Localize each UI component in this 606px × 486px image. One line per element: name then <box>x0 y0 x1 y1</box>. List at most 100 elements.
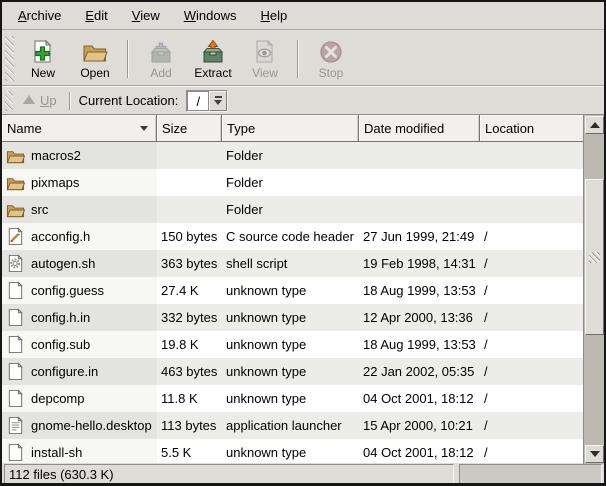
table-row[interactable]: config.sub 19.8 K unknown type 18 Aug 19… <box>2 331 583 358</box>
progress-area <box>459 464 602 484</box>
menu-view[interactable]: View <box>120 2 172 30</box>
table-row[interactable]: config.guess 27.4 K unknown type 18 Aug … <box>2 277 583 304</box>
file-name: configure.in <box>31 364 98 379</box>
menu-bar: Archive Edit View Windows Help <box>2 2 604 30</box>
open-button-label: Open <box>80 66 109 80</box>
file-type-icon <box>6 226 25 247</box>
location-bar-drag-handle[interactable] <box>5 91 13 111</box>
table-row[interactable]: autogen.sh 363 bytes shell script 19 Feb… <box>2 250 583 277</box>
file-list: Name Size Type Date modified Location ma… <box>2 114 604 463</box>
table-row[interactable]: macros2 Folder <box>2 142 583 169</box>
stop-icon <box>318 39 344 65</box>
file-date-modified: 04 Oct 2001, 18:12 <box>359 439 480 463</box>
file-type: unknown type <box>222 331 359 358</box>
file-type: Folder <box>222 196 359 223</box>
open-button[interactable]: Open <box>69 35 121 83</box>
file-type: C source code header <box>222 223 359 250</box>
column-header-name[interactable]: Name <box>2 115 157 142</box>
file-date-modified <box>359 142 480 169</box>
table-row[interactable]: config.h.in 332 bytes unknown type 12 Ap… <box>2 304 583 331</box>
extract-icon <box>200 39 226 65</box>
file-location: / <box>480 385 583 412</box>
file-date-modified <box>359 196 480 223</box>
table-row[interactable]: src Folder <box>2 196 583 223</box>
table-row[interactable]: install-sh 5.5 K unknown type 04 Oct 200… <box>2 439 583 463</box>
toolbar-drag-handle[interactable] <box>5 36 14 81</box>
file-type-icon <box>6 334 25 355</box>
arrow-up-icon <box>590 122 600 128</box>
up-button-label: Up <box>40 93 57 108</box>
file-name: config.sub <box>31 337 90 352</box>
file-location: / <box>480 439 583 463</box>
file-date-modified: 12 Apr 2000, 13:36 <box>359 304 480 331</box>
location-value[interactable]: / <box>187 91 209 111</box>
new-button-label: New <box>31 66 55 80</box>
status-bar: 112 files (630.3 K) <box>2 463 604 486</box>
location-combobox[interactable]: / <box>186 90 228 112</box>
file-location: / <box>480 223 583 250</box>
column-header-type[interactable]: Type <box>222 115 359 142</box>
table-row[interactable]: acconfig.h 150 bytes C source code heade… <box>2 223 583 250</box>
file-type-icon <box>6 199 25 220</box>
location-dropdown-button[interactable] <box>209 91 227 111</box>
file-location: / <box>480 358 583 385</box>
files-summary-text: 112 files (630.3 K) <box>9 467 114 482</box>
file-location: / <box>480 331 583 358</box>
file-date-modified <box>359 169 480 196</box>
file-date-modified: 18 Aug 1999, 13:53 <box>359 277 480 304</box>
menu-edit[interactable]: Edit <box>73 2 119 30</box>
new-button[interactable]: New <box>17 35 69 83</box>
chevron-down-icon <box>214 100 222 105</box>
sort-indicator-icon <box>140 126 148 131</box>
file-size: 5.5 K <box>157 439 222 463</box>
add-button[interactable]: Add <box>135 35 187 83</box>
file-count-status: 112 files (630.3 K) <box>4 464 454 484</box>
file-type: Folder <box>222 142 359 169</box>
file-size: 113 bytes <box>157 412 222 439</box>
archive-manager-window: Archive Edit View Windows Help New Open <box>0 0 606 486</box>
file-type: application launcher <box>222 412 359 439</box>
table-row[interactable]: configure.in 463 bytes unknown type 22 J… <box>2 358 583 385</box>
file-location: / <box>480 412 583 439</box>
up-button[interactable]: Up <box>17 91 63 110</box>
file-size <box>157 169 222 196</box>
file-name: pixmaps <box>31 175 79 190</box>
view-button[interactable]: View <box>239 35 291 83</box>
menu-windows[interactable]: Windows <box>172 2 249 30</box>
toolbar: New Open Add <box>2 30 604 85</box>
combo-dash-icon <box>215 96 222 98</box>
vertical-scrollbar[interactable] <box>583 115 604 464</box>
file-size <box>157 142 222 169</box>
file-size: 27.4 K <box>157 277 222 304</box>
file-type-icon <box>6 442 25 463</box>
scroll-up-button[interactable] <box>585 116 604 134</box>
file-size <box>157 196 222 223</box>
file-name-cell: acconfig.h <box>2 223 157 250</box>
file-name-cell: depcomp <box>2 385 157 412</box>
menu-help[interactable]: Help <box>248 2 299 30</box>
file-name: depcomp <box>31 391 84 406</box>
table-row[interactable]: gnome-hello.desktop 113 bytes applicatio… <box>2 412 583 439</box>
file-name-cell: install-sh <box>2 439 157 463</box>
table-row[interactable]: pixmaps Folder <box>2 169 583 196</box>
file-name: macros2 <box>31 148 81 163</box>
table-row[interactable]: depcomp 11.8 K unknown type 04 Oct 2001,… <box>2 385 583 412</box>
file-date-modified: 22 Jan 2002, 05:35 <box>359 358 480 385</box>
stop-button[interactable]: Stop <box>305 35 357 83</box>
column-header-date-modified[interactable]: Date modified <box>359 115 480 142</box>
file-name: config.guess <box>31 283 104 298</box>
extract-button[interactable]: Extract <box>187 35 239 83</box>
file-name: acconfig.h <box>31 229 90 244</box>
menu-archive[interactable]: Archive <box>6 2 73 30</box>
file-name-cell: autogen.sh <box>2 250 157 277</box>
scrollbar-thumb[interactable] <box>585 179 604 335</box>
thumb-grip-icon <box>589 252 600 263</box>
file-size: 19.8 K <box>157 331 222 358</box>
location-bar: Up Current Location: / <box>2 87 604 114</box>
scroll-down-button[interactable] <box>585 445 604 463</box>
table-header: Name Size Type Date modified Location <box>2 115 604 142</box>
column-header-size[interactable]: Size <box>157 115 222 142</box>
file-name-cell: config.guess <box>2 277 157 304</box>
file-type: unknown type <box>222 439 359 463</box>
file-name-cell: configure.in <box>2 358 157 385</box>
